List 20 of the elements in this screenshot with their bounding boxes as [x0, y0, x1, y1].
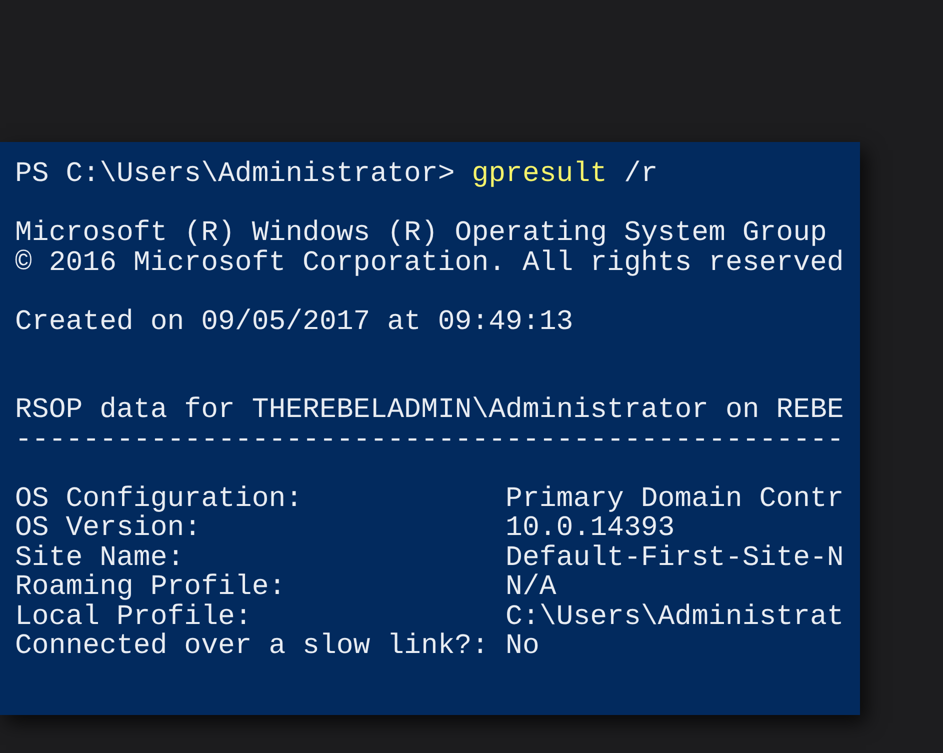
banner-text: © 2016 Microsoft Corporation. All rights reserved	[15, 248, 844, 278]
field-label: OS Configuration:	[15, 484, 304, 514]
separator-line: -------------------------------------------------	[15, 426, 844, 455]
field-label: Connected over a slow link?:	[15, 632, 490, 662]
rsop-header: RSOP data for THEREBELADMIN\Administrator on REBE	[15, 396, 844, 426]
field-value: No	[506, 632, 540, 662]
field-value: C:\Users\Administrat	[506, 602, 844, 632]
field-label: Local Profile:	[15, 602, 253, 632]
field-value: Primary Domain Contr	[506, 484, 844, 514]
field-value: N/A	[506, 573, 556, 602]
created-text: Created on 09/05/2017 at 09:49:13	[15, 308, 574, 337]
field-label: OS Version:	[15, 514, 202, 544]
field-label: Roaming Profile:	[15, 573, 287, 602]
banner-text: Microsoft (R) Windows (R) Operating System Group	[15, 219, 827, 248]
field-value: 10.0.14393	[506, 514, 675, 544]
field-label: Site Name:	[15, 544, 186, 573]
field-value: Default-First-Site-N	[506, 544, 844, 573]
command-text: gpresult	[472, 160, 608, 190]
prompt-text: PS C:\Users\Administrator>	[15, 160, 455, 190]
argument-text: /r	[624, 160, 658, 190]
